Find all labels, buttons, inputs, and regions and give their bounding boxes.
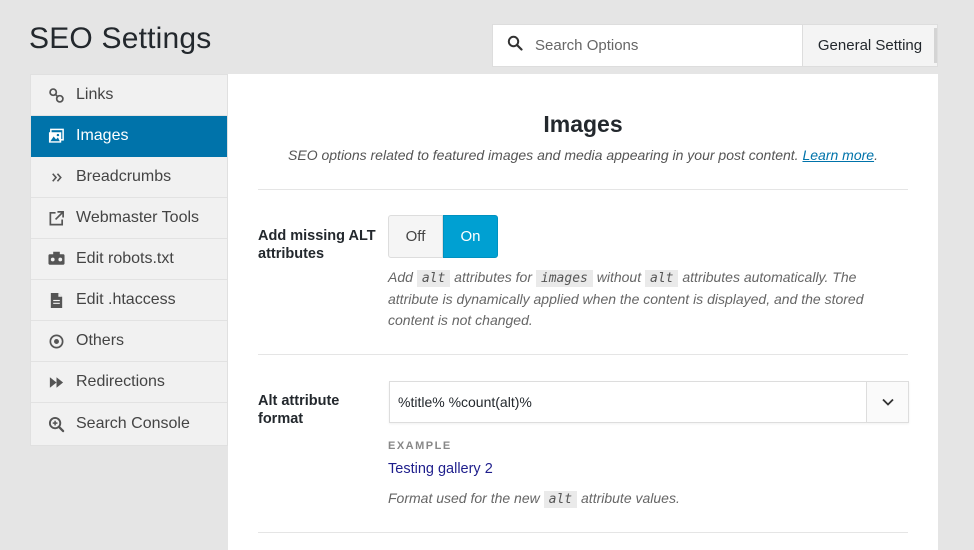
sidebar-item-breadcrumbs[interactable]: Breadcrumbs bbox=[31, 157, 227, 198]
page-title: SEO Settings bbox=[29, 22, 212, 55]
alt-format-description: Format used for the new alt attribute va… bbox=[388, 490, 680, 508]
file-icon bbox=[47, 291, 66, 310]
sidebar-item-label: Breadcrumbs bbox=[76, 168, 172, 185]
search-icon bbox=[507, 35, 523, 56]
zoom-icon bbox=[47, 415, 66, 434]
robot-icon bbox=[47, 250, 66, 269]
search-input[interactable] bbox=[535, 37, 775, 54]
sidebar-item-redirections[interactable]: Redirections bbox=[31, 362, 227, 403]
search-box[interactable] bbox=[493, 25, 802, 66]
alt-attributes-label: Add missing ALT attributes bbox=[258, 228, 376, 262]
sidebar-item-images[interactable]: Images bbox=[31, 116, 227, 157]
fast-forward-icon bbox=[47, 373, 66, 392]
double-chevron-icon bbox=[47, 168, 66, 187]
divider bbox=[258, 532, 908, 533]
image-icon bbox=[47, 127, 66, 146]
sidebar-item-label: Edit .htaccess bbox=[76, 291, 176, 308]
sidebar-item-label: Search Console bbox=[76, 415, 190, 432]
settings-panel: Images SEO options related to featured i… bbox=[228, 74, 938, 550]
section-subtitle: SEO options related to featured images a… bbox=[288, 147, 878, 163]
sidebar-item-htaccess[interactable]: Edit .htaccess bbox=[31, 280, 227, 321]
alt-attributes-description: Add alt attributes for images without al… bbox=[388, 269, 864, 328]
sidebar-item-robots[interactable]: Edit robots.txt bbox=[31, 239, 227, 280]
sidebar-item-others[interactable]: Others bbox=[31, 321, 227, 362]
sidebar-item-webmaster-tools[interactable]: Webmaster Tools bbox=[31, 198, 227, 239]
sidebar-item-links[interactable]: Links bbox=[31, 75, 227, 116]
divider bbox=[258, 354, 908, 355]
sidebar-nav: Links Images Breadcrumbs Webmaster Tools… bbox=[30, 74, 228, 446]
external-link-icon bbox=[47, 209, 66, 228]
alt-format-label: Alt attribute format bbox=[258, 393, 340, 427]
sidebar-item-label: Others bbox=[76, 332, 125, 349]
sidebar-item-label: Redirections bbox=[76, 373, 165, 390]
sidebar-item-label: Links bbox=[76, 86, 114, 103]
example-value: Testing gallery 2 bbox=[388, 461, 493, 477]
sidebar-item-label: Images bbox=[76, 127, 129, 144]
circle-dot-icon bbox=[47, 332, 66, 351]
toggle-on-button[interactable]: On bbox=[443, 215, 498, 258]
alt-attributes-toggle: Off On bbox=[388, 215, 498, 258]
section-title: Images bbox=[543, 111, 623, 137]
sidebar-item-search-console[interactable]: Search Console bbox=[31, 403, 227, 445]
divider bbox=[258, 189, 908, 190]
alt-format-select[interactable]: %title% %count(alt)% bbox=[389, 381, 909, 423]
sidebar-item-label: Webmaster Tools bbox=[76, 209, 200, 226]
example-label: EXAMPLE bbox=[388, 440, 452, 452]
learn-more-link[interactable]: Learn more bbox=[802, 147, 874, 163]
toggle-off-button[interactable]: Off bbox=[388, 215, 443, 258]
chevron-down-icon[interactable] bbox=[866, 382, 908, 422]
sidebar-item-label: Edit robots.txt bbox=[76, 250, 174, 267]
general-setting-button[interactable]: General Setting bbox=[802, 25, 937, 66]
top-bar: General Setting bbox=[492, 24, 938, 67]
alt-format-value: %title% %count(alt)% bbox=[398, 394, 532, 410]
link-icon bbox=[47, 86, 66, 105]
